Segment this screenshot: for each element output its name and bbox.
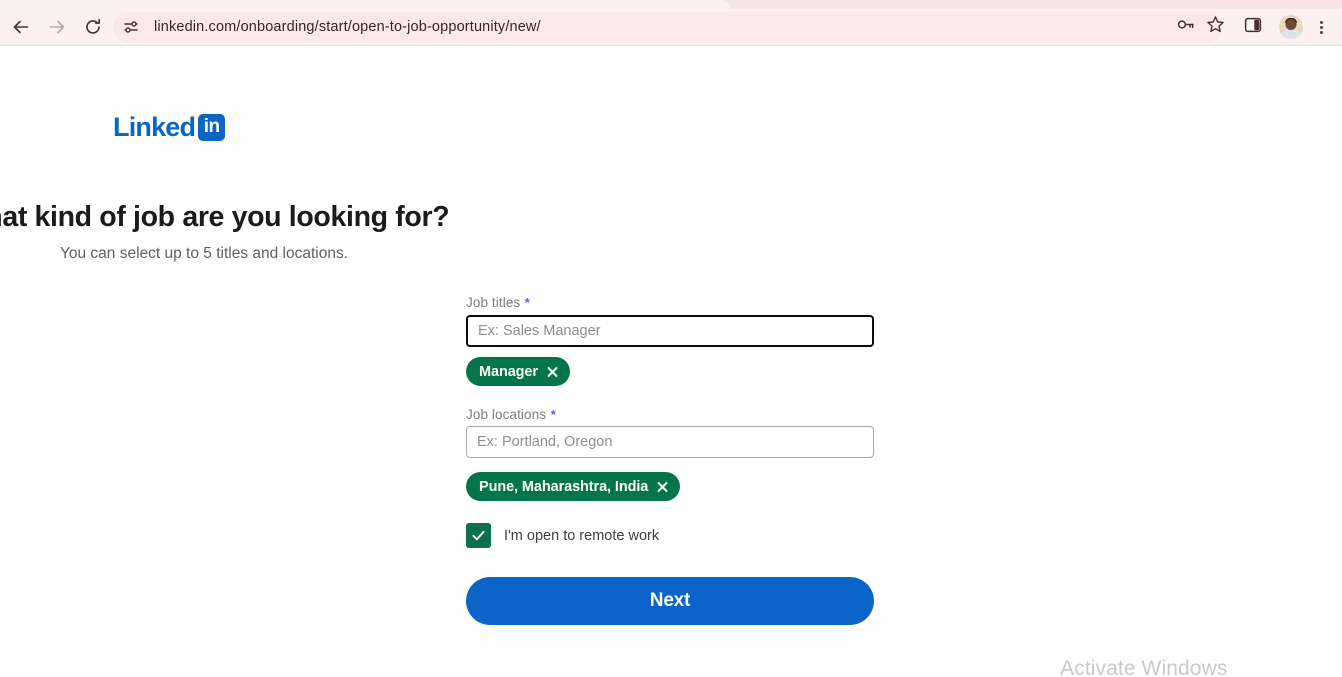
- job-titles-label: Job titles *: [466, 294, 530, 312]
- next-button[interactable]: Next: [466, 577, 874, 625]
- profile-button[interactable]: [1276, 12, 1306, 42]
- job-titles-input[interactable]: [466, 315, 874, 347]
- job-location-tag-label: Pune, Maharashtra, India: [479, 478, 649, 495]
- windows-activation-watermark: Activate Windows Go to Settings to activ…: [1060, 656, 1289, 677]
- job-locations-input[interactable]: [466, 426, 874, 458]
- remote-work-checkbox-row[interactable]: I'm open to remote work: [466, 523, 659, 548]
- job-titles-tag-list: Manager: [466, 357, 570, 386]
- remote-work-label: I'm open to remote work: [504, 527, 660, 544]
- page-subtitle: You can select up to 5 titles and locati…: [59, 245, 349, 262]
- logo-wordmark: Linked: [113, 111, 196, 142]
- job-locations-label: Job locations *: [466, 406, 556, 424]
- side-panel-icon: [1244, 16, 1262, 39]
- bookmark-button[interactable]: [1200, 12, 1230, 42]
- back-button[interactable]: [6, 12, 36, 42]
- job-location-tag[interactable]: Pune, Maharashtra, India: [466, 472, 681, 501]
- forward-arrow-icon: [48, 18, 66, 36]
- remote-work-checkbox[interactable]: [466, 523, 491, 548]
- job-locations-tag-list: Pune, Maharashtra, India: [466, 472, 681, 501]
- job-locations-required-mark: *: [550, 407, 556, 422]
- job-titles-label-text: Job titles: [466, 295, 521, 310]
- tab-strip: [0, 0, 1342, 9]
- close-icon[interactable]: [546, 365, 559, 378]
- browser-toolbar: linkedin.com/onboarding/start/open-to-jo…: [0, 9, 1342, 45]
- profile-avatar: [1279, 15, 1303, 39]
- linkedin-logo[interactable]: Linked in: [113, 111, 226, 142]
- back-arrow-icon: [12, 18, 30, 36]
- reload-button[interactable]: [78, 12, 108, 42]
- site-settings-tune-icon[interactable]: [117, 13, 145, 41]
- page-content: Linked in What kind of job are you looki…: [0, 46, 1342, 677]
- side-panel-button[interactable]: [1238, 12, 1268, 42]
- watermark-title: Activate Windows: [1060, 657, 1228, 677]
- logo-in-badge: in: [198, 113, 226, 141]
- browser-menu-button[interactable]: [1306, 12, 1336, 42]
- password-manager-button[interactable]: [1170, 12, 1200, 42]
- job-locations-label-text: Job locations: [466, 407, 547, 422]
- forward-button[interactable]: [42, 12, 72, 42]
- check-icon: [470, 527, 487, 544]
- close-icon[interactable]: [656, 480, 669, 493]
- key-icon: [1176, 15, 1195, 39]
- browser-chrome: linkedin.com/onboarding/start/open-to-jo…: [0, 0, 1342, 46]
- three-dot-menu-icon: [1319, 20, 1323, 34]
- toolbar-right-actions: [1170, 12, 1342, 42]
- address-bar[interactable]: linkedin.com/onboarding/start/open-to-jo…: [113, 12, 1223, 42]
- reload-icon: [84, 18, 102, 36]
- active-tab[interactable]: [0, 0, 730, 9]
- star-icon: [1206, 15, 1225, 39]
- job-titles-required-mark: *: [524, 295, 530, 310]
- page-title: What kind of job are you looking for?: [0, 201, 450, 233]
- job-title-tag-label: Manager: [479, 363, 538, 380]
- address-bar-url: linkedin.com/onboarding/start/open-to-jo…: [154, 19, 541, 35]
- job-title-tag[interactable]: Manager: [466, 357, 570, 386]
